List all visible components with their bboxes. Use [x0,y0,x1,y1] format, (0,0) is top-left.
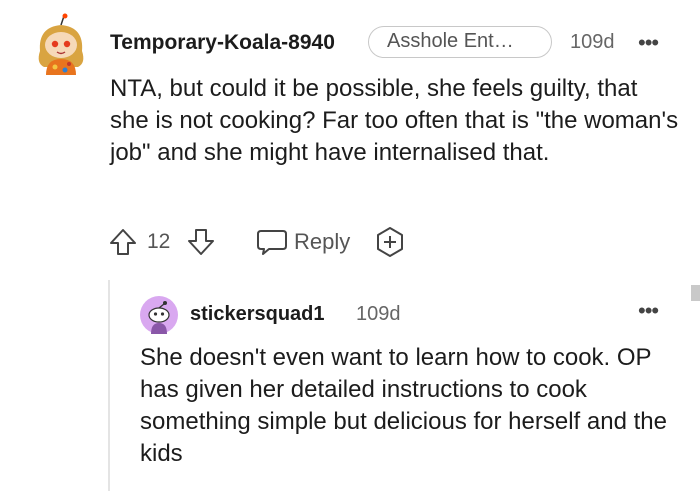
user-flair: Asshole Ent… [368,26,552,58]
award-plus-icon [377,227,403,257]
more-options-button[interactable]: ••• [638,30,659,56]
comment-body: NTA, but could it be possible, she feels… [110,75,679,166]
reply-username[interactable]: stickersquad1 [190,303,325,326]
reply-timestamp[interactable]: 109d [356,303,401,326]
upvote-arrow-icon [110,229,136,255]
award-button[interactable] [374,225,406,259]
comment-timestamp[interactable]: 109d [570,31,615,54]
reply-body: She doesn't even want to learn how to co… [140,344,667,467]
thread-line[interactable] [108,280,110,491]
vote-count: 12 [147,230,171,253]
reply-more-options-button[interactable]: ••• [638,298,659,324]
avatar[interactable] [34,13,88,75]
scrollbar-thumb[interactable] [691,285,700,301]
comment-username[interactable]: Temporary-Koala-8940 [110,31,335,55]
comment-actions: 12 Reply [108,225,428,259]
reply-avatar[interactable] [140,296,178,334]
speech-bubble-icon [257,230,287,255]
upvote-button[interactable] [108,225,138,259]
downvote-arrow-icon [188,229,214,255]
reply-button[interactable]: Reply [256,225,350,259]
reply-label: Reply [294,229,351,254]
downvote-button[interactable] [186,225,216,259]
